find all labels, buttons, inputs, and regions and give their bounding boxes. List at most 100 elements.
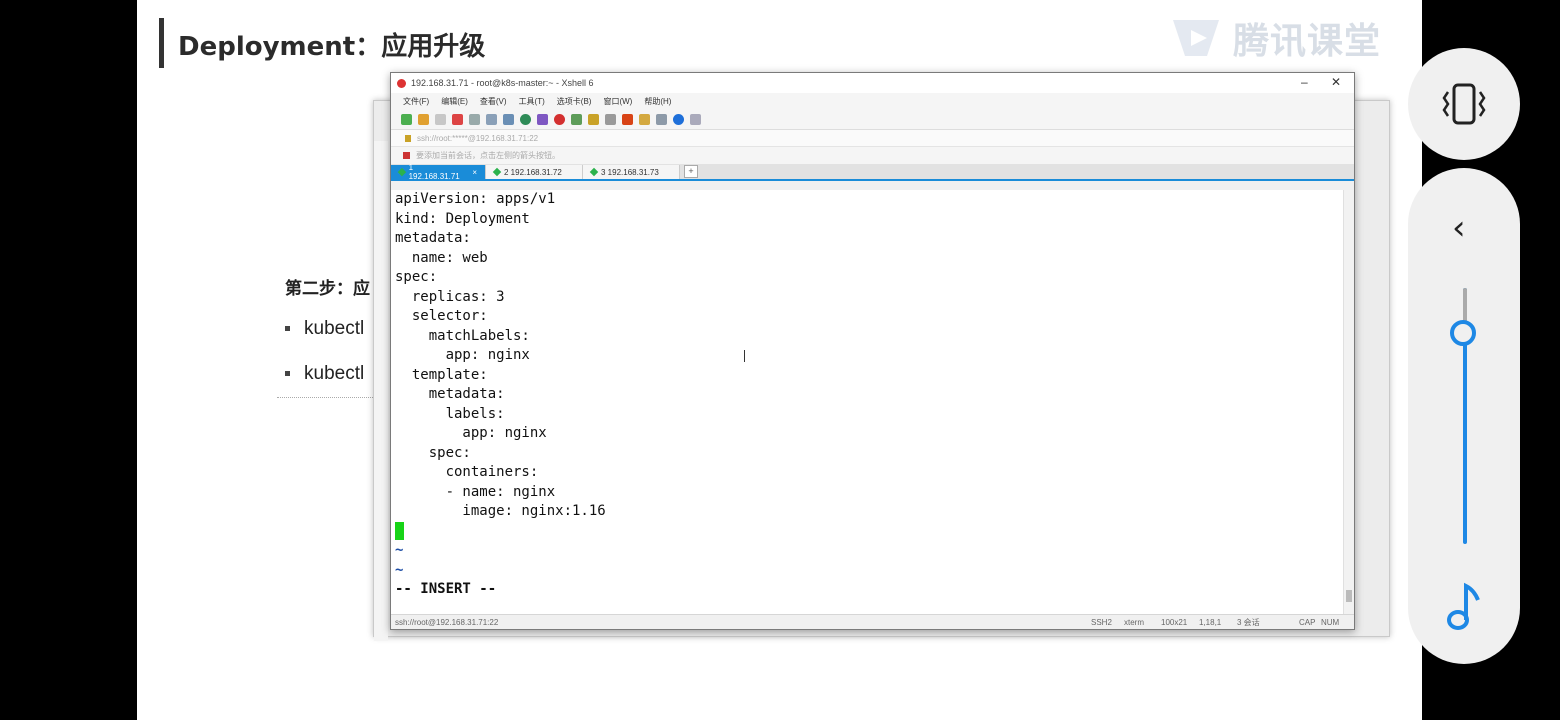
terminal-line: matchLabels: [395, 327, 530, 344]
terminal-scrollbar[interactable] [1343, 190, 1354, 614]
open-folder-icon[interactable] [418, 113, 429, 125]
music-note-icon[interactable] [1444, 580, 1484, 632]
font-icon[interactable] [537, 113, 548, 125]
flag-icon [403, 152, 410, 159]
bullet-item: kubectl [285, 363, 364, 385]
terminal-line: labels: [395, 405, 505, 422]
xshell-window[interactable]: 192.168.31.71 - root@k8s-master:~ - Xshe… [390, 72, 1355, 630]
empty-line-marker: ~ [395, 542, 404, 558]
terminal-line: app: nginx [395, 347, 530, 363]
terminal-line: app: nginx [395, 425, 547, 441]
terminal-line: name: web [395, 249, 488, 266]
tab-label: 3 192.168.31.73 [601, 167, 659, 177]
hint-text: 要添加当前会话，点击左侧的箭头按钮。 [416, 151, 560, 160]
window-title: 192.168.31.71 - root@k8s-master:~ - Xshe… [411, 78, 594, 88]
step-label: 第二步：应 [285, 279, 370, 299]
lock-icon[interactable] [588, 113, 599, 125]
new-session-icon[interactable] [401, 113, 412, 125]
menu-view[interactable]: 查看(V) [480, 96, 507, 107]
terminal-line: template: [395, 366, 488, 383]
volume-panel: ‹ [1408, 168, 1520, 664]
menu-tools[interactable]: 工具(T) [519, 96, 545, 107]
help-icon[interactable] [673, 113, 684, 125]
bullet-dot [285, 371, 290, 377]
tab-close-icon[interactable]: × [472, 168, 477, 177]
terminal-line: - name: nginx [395, 483, 556, 500]
bullet-text: kubectl [304, 363, 365, 384]
minimize-icon[interactable]: – [1301, 75, 1308, 89]
copy-icon[interactable] [452, 113, 463, 125]
connected-icon [589, 167, 599, 177]
status-protocol: SSH2 [1091, 617, 1112, 627]
status-position: 1,18,1 [1199, 617, 1222, 627]
address-bar[interactable]: ssh://root:*****@192.168.31.71:22 [391, 130, 1354, 147]
slide-title: Deployment：应用升级 [178, 32, 486, 62]
vibrate-icon [1442, 83, 1486, 125]
tab-label: 2 192.168.31.72 [504, 167, 562, 177]
terminal-line: image: nginx:1.16 [395, 503, 606, 519]
text-cursor [395, 522, 404, 540]
status-term: xterm [1124, 617, 1144, 627]
menu-bar: 文件(F) 编辑(E) 查看(V) 工具(T) 选项卡(B) 窗口(W) 帮助(… [391, 93, 1354, 109]
chat-icon[interactable] [690, 113, 701, 125]
layout-icon[interactable] [656, 113, 667, 125]
terminal-line: containers: [395, 464, 539, 480]
session-hint-bar: 要添加当前会话，点击左侧的箭头按钮。 [391, 147, 1354, 164]
tab-session-1[interactable]: 1 192.168.31.71 × [391, 163, 486, 181]
bullet-item: kubectl [285, 318, 364, 340]
vim-mode-indicator: -- INSERT -- [395, 581, 497, 597]
menu-file[interactable]: 文件(F) [403, 96, 429, 107]
connected-icon [492, 167, 502, 177]
brand-logo: 腾讯课堂 [1167, 12, 1381, 64]
play-logo-icon [1173, 20, 1219, 56]
status-num: NUM [1321, 617, 1340, 627]
slider-knob[interactable] [1450, 320, 1476, 346]
menu-help[interactable]: 帮助(H) [644, 96, 671, 107]
script-icon[interactable] [622, 113, 633, 125]
status-bar: ssh://root@192.168.31.71:22 SSH2 xterm 1… [391, 614, 1354, 629]
terminal-line: spec: [395, 269, 438, 285]
transfer-icon[interactable] [571, 113, 582, 125]
terminal-area[interactable]: apiVersion: apps/v1 kind: Deployment met… [391, 190, 1343, 614]
status-connection: ssh://root@192.168.31.71:22 [395, 617, 499, 627]
bullet-dot [285, 326, 290, 332]
window-titlebar[interactable]: 192.168.31.71 - root@k8s-master:~ - Xshe… [391, 73, 1354, 93]
terminal-line: apiVersion: apps/v1 [395, 191, 556, 207]
tab-label: 1 192.168.31.71 [408, 163, 460, 181]
terminal-line: spec: [395, 444, 471, 461]
divider [277, 397, 377, 398]
menu-window[interactable]: 窗口(W) [603, 96, 632, 107]
terminal-line: kind: Deployment [395, 210, 530, 227]
print-icon[interactable] [503, 113, 514, 125]
add-tab-button[interactable]: + [684, 165, 698, 178]
paste-icon[interactable] [469, 113, 480, 125]
menu-edit[interactable]: 编辑(E) [441, 96, 468, 107]
address-text: ssh://root:*****@192.168.31.71:22 [417, 133, 539, 143]
mouse-ibeam-cursor [744, 350, 745, 362]
terminal-line: metadata: [395, 230, 471, 246]
status-size: 100x21 [1161, 617, 1188, 627]
brand-text: 腾讯课堂 [1233, 21, 1382, 62]
tools-icon[interactable] [639, 113, 650, 125]
empty-line-marker: ~ [395, 561, 404, 578]
session-tabs: 1 192.168.31.71 × 2 192.168.31.72 3 192.… [391, 163, 1354, 181]
globe-icon[interactable] [520, 113, 531, 125]
keyboard-icon[interactable] [605, 113, 616, 125]
vibrate-toggle-button[interactable] [1408, 48, 1520, 160]
tab-session-2[interactable]: 2 192.168.31.72 [486, 165, 583, 179]
xftp-icon[interactable] [554, 113, 565, 125]
status-caps: CAP [1299, 617, 1316, 627]
close-icon[interactable]: ✕ [1331, 75, 1341, 89]
terminal-line: selector: [395, 308, 488, 324]
title-accent-bar [159, 18, 164, 68]
lock-icon [405, 134, 411, 142]
disconnect-icon[interactable] [435, 113, 446, 125]
status-sessions: 3 会话 [1237, 617, 1260, 627]
menu-tabs[interactable]: 选项卡(B) [557, 96, 592, 107]
bullet-text: kubectl [304, 318, 365, 339]
connected-icon [397, 167, 406, 177]
presentation-slide: Deployment：应用升级 腾讯课堂 第二步：应 kubectl kubec… [137, 0, 1422, 720]
search-icon[interactable] [486, 113, 497, 125]
tab-session-3[interactable]: 3 192.168.31.73 [583, 165, 680, 179]
scrollbar-thumb[interactable] [1346, 590, 1352, 602]
